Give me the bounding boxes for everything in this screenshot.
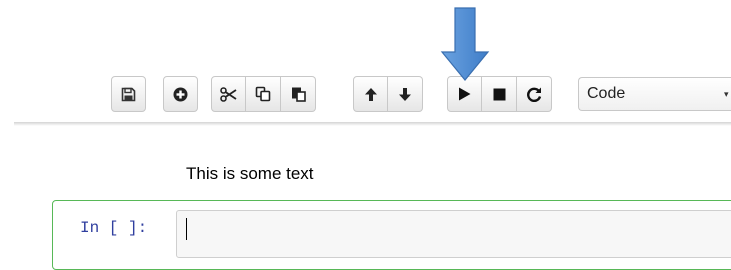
cell-type-value: Code: [587, 85, 626, 102]
text-cursor: [186, 218, 187, 240]
toolbar-shadow: [14, 122, 731, 126]
chevron-down-icon[interactable]: ▾: [724, 89, 729, 100]
refresh-icon: [526, 87, 541, 102]
move-group: [353, 76, 423, 112]
paste-icon: [291, 87, 306, 102]
stop-icon: [493, 88, 505, 100]
move-up-button[interactable]: [353, 76, 388, 112]
text-cell: This is some text: [186, 164, 314, 183]
play-icon: [459, 87, 471, 101]
annotation-down-arrow-icon: [440, 7, 490, 81]
copy-button[interactable]: [246, 76, 281, 112]
insert-group: [163, 76, 198, 112]
cut-button[interactable]: [211, 76, 246, 112]
save-group: [111, 76, 146, 112]
arrow-up-icon: [364, 87, 377, 101]
cell-type-select[interactable]: Code: [578, 77, 731, 111]
paste-button[interactable]: [281, 76, 316, 112]
insert-cell-button[interactable]: [163, 76, 198, 112]
arrow-down-icon: [399, 87, 411, 101]
edit-group: [211, 76, 316, 112]
move-down-button[interactable]: [388, 76, 423, 112]
scissors-icon: [220, 86, 237, 102]
floppy-disk-icon: [121, 87, 136, 101]
input-prompt: In [ ]:: [80, 219, 148, 237]
save-button[interactable]: [111, 76, 146, 112]
restart-button[interactable]: [517, 76, 552, 112]
code-input[interactable]: [176, 210, 731, 258]
plus-circle-icon: [173, 87, 188, 101]
copy-icon: [255, 86, 271, 102]
